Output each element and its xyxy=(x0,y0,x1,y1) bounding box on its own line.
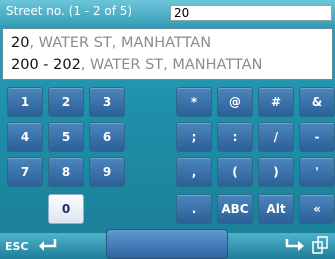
key-asterisk[interactable]: * xyxy=(176,87,212,117)
key-slash[interactable]: / xyxy=(258,122,294,152)
key-6[interactable]: 6 xyxy=(89,122,125,152)
key-quote[interactable]: ' xyxy=(299,157,335,187)
copy-icon[interactable] xyxy=(311,236,329,254)
key-comma[interactable]: , xyxy=(176,157,212,187)
key-semicolon[interactable]: ; xyxy=(176,122,212,152)
key-4[interactable]: 4 xyxy=(7,122,43,152)
key-9[interactable]: 9 xyxy=(89,157,125,187)
header-bar: Street no. (1 - 2 of 5) 20 xyxy=(0,0,335,25)
key-colon[interactable]: : xyxy=(217,122,253,152)
key-7[interactable]: 7 xyxy=(7,157,43,187)
list-item[interactable]: 20, WATER ST, MANHATTAN xyxy=(11,35,211,51)
back-arrow-icon[interactable] xyxy=(38,238,58,252)
result-street: , WATER ST, MANHATTAN xyxy=(29,35,212,51)
result-street: , WATER ST, MANHATTAN xyxy=(80,57,263,73)
result-number: 20 xyxy=(11,35,30,51)
key-at[interactable]: @ xyxy=(217,87,253,117)
esc-button[interactable]: ESC xyxy=(5,240,29,253)
key-0[interactable]: 0 xyxy=(48,194,84,224)
key-dash[interactable]: - xyxy=(299,122,335,152)
key-period[interactable]: . xyxy=(176,194,212,224)
space-key[interactable] xyxy=(106,229,228,259)
alt-mode-button[interactable]: Alt xyxy=(258,194,294,224)
key-hash[interactable]: # xyxy=(258,87,294,117)
key-3[interactable]: 3 xyxy=(89,87,125,117)
cursor-left-button[interactable]: « xyxy=(299,194,335,224)
key-1[interactable]: 1 xyxy=(7,87,43,117)
key-5[interactable]: 5 xyxy=(48,122,84,152)
results-list: 20, WATER ST, MANHATTAN 200 - 202, WATER… xyxy=(2,28,333,80)
list-item[interactable]: 200 - 202, WATER ST, MANHATTAN xyxy=(11,57,262,73)
street-number-input[interactable]: 20 xyxy=(170,5,332,21)
enter-arrow-icon[interactable] xyxy=(285,238,305,252)
key-right-paren[interactable]: ) xyxy=(258,157,294,187)
result-number: 200 - 202 xyxy=(11,57,81,73)
key-8[interactable]: 8 xyxy=(48,157,84,187)
result-count-label: Street no. (1 - 2 of 5) xyxy=(6,4,133,18)
key-left-paren[interactable]: ( xyxy=(217,157,253,187)
key-2[interactable]: 2 xyxy=(48,87,84,117)
abc-mode-button[interactable]: ABC xyxy=(217,194,253,224)
keypad-screen: Street no. (1 - 2 of 5) 20 20, WATER ST,… xyxy=(0,0,335,259)
key-ampersand[interactable]: & xyxy=(299,87,335,117)
